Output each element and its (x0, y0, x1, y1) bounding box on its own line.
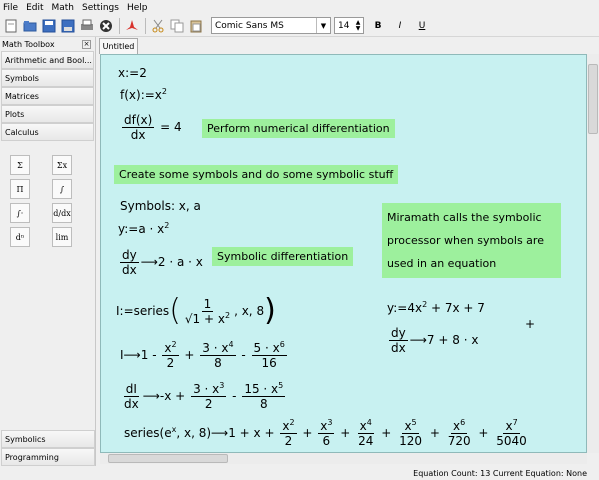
open-folder-icon[interactable] (22, 18, 38, 34)
font-family-value: Comic Sans MS (215, 20, 284, 31)
exp-series-lhs: series(e (124, 426, 172, 440)
stop-icon[interactable] (98, 18, 114, 34)
cut-icon[interactable] (150, 18, 166, 34)
equation-symbolic-derivative[interactable]: dy dx ⟶2 · a · x (118, 248, 203, 277)
product-icon[interactable]: Π (10, 179, 30, 199)
menu-help[interactable]: Help (127, 3, 148, 13)
underline-button[interactable]: U (414, 18, 430, 34)
derivative-result: = 4 (160, 120, 182, 134)
menu-settings[interactable]: Settings (82, 3, 119, 13)
math-toolbox-panel: Math Toolbox × Arithmetic and Bool... Sy… (0, 37, 96, 468)
dI-result: ⟶-x + (142, 389, 186, 403)
panel-title-bar: Math Toolbox × (0, 37, 95, 51)
dy-result: ⟶2 · a · x (140, 255, 203, 269)
category-arithmetic[interactable]: Arithmetic and Bool... (1, 51, 94, 69)
equation-x-assign[interactable]: x:=2 (118, 66, 147, 80)
italic-button[interactable]: I (392, 18, 408, 34)
status-bar: Equation Count: 13 Current Equation: Non… (0, 466, 599, 480)
derivative-icon[interactable]: d/dx (52, 203, 72, 223)
y-assign-text: y:=a · x (118, 222, 165, 236)
print-icon[interactable] (79, 18, 95, 34)
calculus-palette: Σ Σx Π ∫ ∫· d/dx dⁿ lim (0, 155, 96, 251)
summation-index-icon[interactable]: Σx (52, 155, 72, 175)
category-plots[interactable]: Plots (1, 105, 94, 123)
exp-series-tail: , x, 8)⟶1 + x + (176, 426, 275, 440)
equation-polynomial-derivative[interactable]: dy dx ⟶7 + 8 · x (387, 326, 478, 355)
bottom-categories: Symbolics Programming (0, 430, 96, 466)
f-define-text: f(x):=x (120, 88, 162, 102)
horizontal-scroll-thumb[interactable] (108, 454, 228, 463)
note-line-3: used in an equation (387, 257, 497, 270)
toolbar-separator (119, 17, 120, 34)
vertical-scrollbar[interactable] (587, 54, 599, 453)
toolbar: Comic Sans MS ▼ 14 ▲ ▼ B I U (0, 15, 599, 37)
dy-numerator: dy (120, 248, 139, 263)
equation-exp-series[interactable]: series(ex, x, 8)⟶1 + x + x2 2 + x3 6 + x4 2… (124, 419, 531, 449)
spin-arrows-icon: ▲ ▼ (355, 18, 361, 32)
series-argument: 1 √1 + x2 (184, 296, 231, 326)
limit-icon[interactable]: lim (52, 227, 72, 247)
category-symbols[interactable]: Symbols (1, 69, 94, 87)
indefinite-integral-icon[interactable]: ∫· (10, 203, 30, 223)
worksheet-canvas[interactable]: x:=2 f(x):=x2 df(x) dx = 4 Perform numeri… (100, 54, 587, 453)
paren-close: ) (264, 293, 276, 328)
expansion-lhs: I⟶1 - (120, 348, 157, 362)
equation-polynomial[interactable]: y:=4x2 + 7x + 7 (387, 301, 485, 316)
paren-open: ( (169, 293, 181, 328)
derivative-numerator: df(x) (122, 113, 155, 128)
save-icon[interactable] (41, 18, 57, 34)
crosshair-cursor-icon: + (525, 317, 536, 331)
equation-symbols[interactable]: Symbols: x, a (120, 199, 201, 213)
poly-derivative-result: ⟶7 + 8 · x (409, 333, 479, 347)
poly-text: y:=4x (387, 301, 423, 315)
menu-math[interactable]: Math (52, 3, 75, 13)
dI-numerator: dI (123, 382, 139, 397)
save-as-icon[interactable] (60, 18, 76, 34)
series-lhs: I:=series (116, 304, 170, 318)
tab-untitled[interactable]: Untitled (99, 38, 138, 54)
equation-series-derivative[interactable]: dI dx ⟶-x + 3 · x3 2 - 15 · x5 8 (120, 382, 287, 411)
category-programming[interactable]: Programming (1, 448, 95, 466)
vertical-scroll-thumb[interactable] (588, 64, 598, 134)
derivative-denominator: dx (130, 128, 146, 142)
definite-integral-icon[interactable]: ∫ (52, 179, 72, 199)
font-size-value: 14 (338, 20, 350, 31)
nth-derivative-icon[interactable]: dⁿ (10, 227, 30, 247)
copy-icon[interactable] (169, 18, 185, 34)
note-create-symbols[interactable]: Create some symbols and do some symbolic… (114, 165, 399, 184)
note-miramath-processor[interactable]: Miramath calls the symbolic processor wh… (382, 203, 561, 278)
equation-y-assign[interactable]: y:=a · x2 (118, 222, 169, 237)
menu-file[interactable]: File (3, 3, 18, 13)
new-file-icon[interactable] (3, 18, 19, 34)
bold-button[interactable]: B (370, 18, 386, 34)
equation-series-expansion[interactable]: I⟶1 - x2 2 + 3 · x4 8 - 5 · x6 16 (120, 341, 289, 370)
horizontal-scrollbar[interactable] (100, 453, 587, 464)
equation-f-define[interactable]: f(x):=x2 (120, 88, 167, 103)
equation-series-define[interactable]: I:=series ( 1 √1 + x2 , x, 8 ) (116, 292, 276, 330)
toolbar-separator (145, 17, 146, 34)
pdf-export-icon[interactable] (124, 18, 140, 34)
poly-tail: + 7x + 7 (427, 301, 485, 315)
equation-numeric-derivative[interactable]: df(x) dx = 4 (120, 113, 182, 142)
category-symbolics[interactable]: Symbolics (1, 430, 95, 448)
panel-title: Math Toolbox (2, 39, 55, 49)
paste-icon[interactable] (188, 18, 204, 34)
status-text: Equation Count: 13 Current Equation: Non… (413, 468, 587, 478)
menu-edit[interactable]: Edit (26, 3, 43, 13)
note-line-2: processor when symbols are (387, 234, 544, 247)
dx-denominator: dx (122, 263, 137, 277)
series-arg-tail: , x, 8 (234, 304, 265, 318)
tab-bar: Untitled (97, 37, 599, 54)
category-matrices[interactable]: Matrices (1, 87, 94, 105)
note-numerical-differentiation[interactable]: Perform numerical differentiation (202, 119, 395, 138)
font-size-spinbox[interactable]: 14 ▲ ▼ (334, 17, 364, 34)
summation-icon[interactable]: Σ (10, 155, 30, 175)
note-line-1: Miramath calls the symbolic (387, 211, 542, 224)
close-panel-icon[interactable]: × (82, 39, 91, 49)
category-calculus[interactable]: Calculus (1, 123, 94, 141)
chevron-down-icon: ▼ (316, 18, 330, 33)
font-family-select[interactable]: Comic Sans MS ▼ (211, 17, 331, 34)
note-symbolic-differentiation[interactable]: Symbolic differentiation (212, 247, 354, 266)
menu-bar: File Edit Math Settings Help (0, 0, 599, 15)
